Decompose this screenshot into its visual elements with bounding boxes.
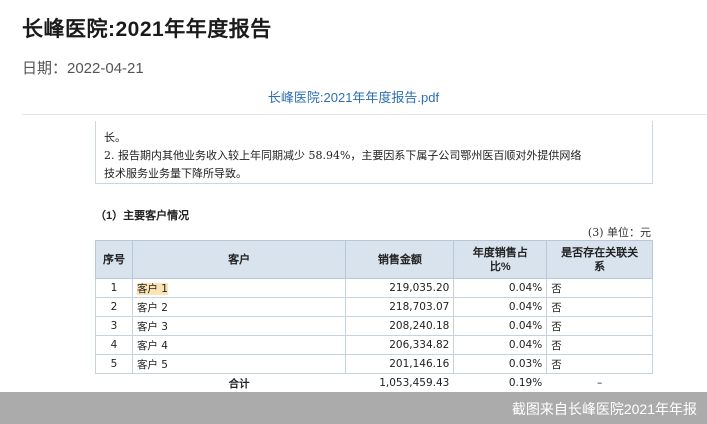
cell-ratio: 0.03%	[453, 354, 548, 374]
total-label: 合计	[132, 373, 346, 391]
cell-amount: 201,146.16	[345, 354, 455, 374]
cell-amount: 206,334.82	[345, 335, 455, 355]
cell-ratio: 0.04%	[453, 335, 548, 355]
note-box: 长。 2. 报告期内其他业务收入较上年同期减少 58.94%，主要因系下属子公司…	[95, 121, 653, 184]
cell-customer: 客户 4	[131, 335, 347, 355]
cell-related: 否	[546, 354, 653, 374]
header-customer: 客户	[131, 240, 347, 279]
cell-related: 否	[546, 278, 653, 298]
pdf-download-link[interactable]: 长峰医院:2021年年度报告.pdf	[0, 87, 707, 106]
note-line: 技术服务业务量下降所导致。	[104, 167, 247, 180]
note-line: 2. 报告期内其他业务收入较上年同期减少 58.94%，主要因系下属子公司鄂州医…	[104, 149, 582, 162]
watermark-text: 截图来自长峰医院2021年年报	[511, 401, 697, 417]
cell-amount: 219,035.20	[345, 278, 455, 298]
cell-empty	[95, 373, 133, 391]
total-ratio: 0.19%	[453, 373, 547, 391]
table-header-row: 序号 客户 销售金额 年度销售占 比% 是否存在关联关系	[95, 240, 653, 279]
total-related: –	[546, 373, 653, 391]
cell-related: 否	[546, 316, 653, 336]
cell-idx: 3	[95, 316, 133, 336]
cell-customer: 客户 5	[131, 354, 347, 374]
header-ratio-line2: 比%	[489, 260, 511, 273]
page-title: 长峰医院:2021年年度报告	[22, 18, 272, 41]
table-total-row: 合计 1,053,459.43 0.19% –	[95, 373, 653, 391]
cell-ratio: 0.04%	[453, 316, 548, 336]
note-line: 长。	[104, 131, 126, 144]
cell-amount: 218,703.07	[345, 297, 455, 317]
table-row: 4 客户 4 206,334.82 0.04% 否	[95, 335, 653, 355]
table-row: 1 客户 1 219,035.20 0.04% 否	[95, 278, 653, 298]
header-related-line2: 系	[594, 260, 606, 273]
cell-amount: 208,240.18	[345, 316, 455, 336]
cell-customer: 客户 2	[131, 297, 347, 317]
cell-customer: 客户 1	[131, 278, 347, 298]
cell-related: 否	[546, 335, 653, 355]
total-amount: 1,053,459.43	[345, 373, 454, 391]
table-row: 2 客户 2 218,703.07 0.04% 否	[95, 297, 653, 317]
watermark-bar: 截图来自长峰医院2021年年报	[0, 392, 707, 424]
customers-table: 序号 客户 销售金额 年度销售占 比% 是否存在关联关系 1 客户 1 219,0…	[95, 240, 653, 391]
table-row: 5 客户 5 201,146.16 0.03% 否	[95, 354, 653, 374]
document-viewer[interactable]: 长。 2. 报告期内其他业务收入较上年同期减少 58.94%，主要因系下属子公司…	[95, 121, 655, 391]
date-line: 日期：2022-04-21	[22, 60, 144, 77]
header-ratio-line1: 年度销售占	[472, 246, 528, 259]
table-row: 3 客户 3 208,240.18 0.04% 否	[95, 316, 653, 336]
divider	[22, 114, 707, 115]
header-related-line1: 是否存在关联关	[561, 246, 639, 259]
cell-idx: 2	[95, 297, 133, 317]
cell-idx: 5	[95, 354, 133, 374]
cell-customer: 客户 3	[131, 316, 347, 336]
header-amount: 销售金额	[345, 240, 455, 279]
unit-label: (3) 单位：元	[587, 226, 651, 239]
cell-related: 否	[546, 297, 653, 317]
header-related: 是否存在关联关系	[546, 240, 653, 279]
cell-ratio: 0.04%	[453, 278, 548, 298]
cell-idx: 1	[95, 278, 133, 298]
section-heading: （1）主要客户情况	[95, 210, 190, 222]
highlighted-customer-name: 客户 1	[136, 282, 168, 295]
cell-ratio: 0.04%	[453, 297, 548, 317]
cell-idx: 4	[95, 335, 133, 355]
header-idx: 序号	[95, 240, 133, 279]
header-ratio: 年度销售占 比%	[453, 240, 548, 279]
